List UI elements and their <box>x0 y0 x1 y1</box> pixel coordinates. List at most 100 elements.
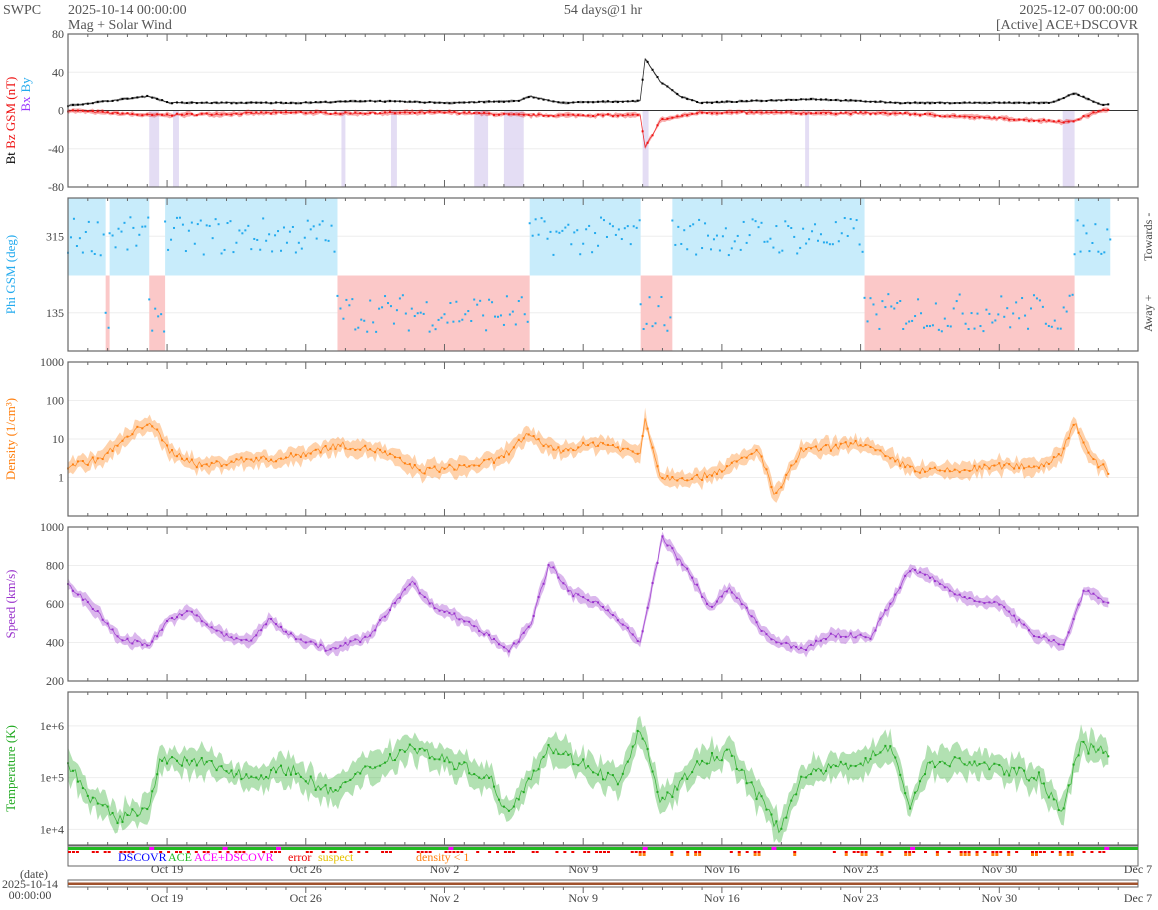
temperature-point <box>493 785 496 788</box>
density-point <box>864 443 867 446</box>
density-point <box>874 449 877 452</box>
speed-point <box>379 619 382 622</box>
bt-point <box>517 99 520 102</box>
error-mark <box>1015 851 1019 853</box>
phi-point <box>663 324 666 327</box>
bz-point <box>611 115 614 118</box>
error-mark <box>583 851 587 853</box>
phi-point <box>651 325 654 328</box>
temperature-point <box>706 762 709 765</box>
density-point <box>661 477 664 480</box>
bt-point <box>245 101 248 104</box>
density-point <box>473 464 476 467</box>
speed-point <box>542 582 545 585</box>
bt-point <box>542 98 545 101</box>
bt-point <box>428 101 431 104</box>
bt-point <box>235 102 238 105</box>
speed-point <box>71 589 74 592</box>
density-point <box>493 461 496 464</box>
temperature-point <box>537 768 540 771</box>
status-legend-suspect: suspect <box>318 850 354 864</box>
phi-point <box>223 248 226 251</box>
temperature-point <box>260 774 263 777</box>
speed-point <box>958 593 961 596</box>
bz-point <box>359 112 362 115</box>
phi-point <box>796 252 799 255</box>
bt-point <box>1018 101 1021 104</box>
density-point <box>755 449 758 452</box>
speed-point <box>507 650 510 653</box>
phi-point <box>576 229 579 232</box>
bz-point <box>250 111 253 114</box>
phi-point <box>144 225 147 228</box>
density-point <box>398 456 401 459</box>
speed-point <box>1092 592 1095 595</box>
bz-point <box>488 112 491 115</box>
speed-point <box>314 643 317 646</box>
temperature-point <box>884 744 887 747</box>
temperature-point <box>641 737 644 740</box>
density-point <box>448 463 451 466</box>
phi-point <box>766 240 769 243</box>
bt-point <box>567 102 570 105</box>
phi-point <box>727 254 730 257</box>
bt-point <box>388 100 391 103</box>
temperature-point <box>715 756 718 759</box>
speed-point <box>1082 589 1085 592</box>
density-point <box>1003 464 1006 467</box>
bz-point <box>661 117 664 120</box>
phi-point <box>351 298 354 301</box>
density-point <box>710 474 713 477</box>
density-point <box>349 448 352 451</box>
density-point <box>839 442 842 445</box>
label-bz-gsm-nt-: Bz GSM (nT) <box>3 77 18 149</box>
density-point <box>824 444 827 447</box>
temperature-point <box>344 781 347 784</box>
phi-point <box>923 326 925 329</box>
density-point <box>408 463 411 466</box>
speed-point <box>606 609 609 612</box>
error-mark <box>864 851 868 853</box>
bz-point <box>438 110 441 113</box>
speed-point <box>597 601 600 604</box>
temperature-point <box>161 759 164 762</box>
bt-point <box>983 101 986 104</box>
bt-point <box>552 100 555 103</box>
density-point <box>106 451 109 454</box>
speed-point <box>468 620 471 623</box>
density-point <box>210 461 213 464</box>
temperature-point <box>557 752 560 755</box>
bt-point <box>815 98 818 101</box>
density-point <box>309 452 312 455</box>
speed-point <box>463 620 466 623</box>
temperature-point <box>988 768 991 771</box>
phi-point <box>778 251 781 254</box>
bt-point <box>493 100 496 103</box>
temperature-point <box>879 751 882 754</box>
bt-point <box>894 101 897 104</box>
density-point <box>463 464 466 467</box>
density-low-mark <box>1058 853 1062 856</box>
speed-point <box>488 633 491 636</box>
bt-point <box>141 95 144 98</box>
bz-point <box>819 112 822 115</box>
phi-point <box>1006 307 1009 310</box>
bt-point <box>805 98 808 101</box>
density-point <box>621 447 624 450</box>
speed-point <box>250 639 253 642</box>
bz-point <box>824 112 827 115</box>
phi-point <box>763 240 766 243</box>
speed-point <box>428 602 431 605</box>
temperature-point <box>111 811 114 814</box>
temperature-point <box>497 798 500 801</box>
phi-point <box>520 296 523 299</box>
density-point <box>537 438 540 441</box>
temperature-point <box>919 780 922 783</box>
temperature-point <box>175 759 178 762</box>
bt-point <box>943 102 946 105</box>
bz-point <box>1042 118 1045 121</box>
density-point <box>175 455 178 458</box>
density-point <box>611 444 614 447</box>
speed-point <box>661 535 664 538</box>
density-point <box>91 456 94 459</box>
